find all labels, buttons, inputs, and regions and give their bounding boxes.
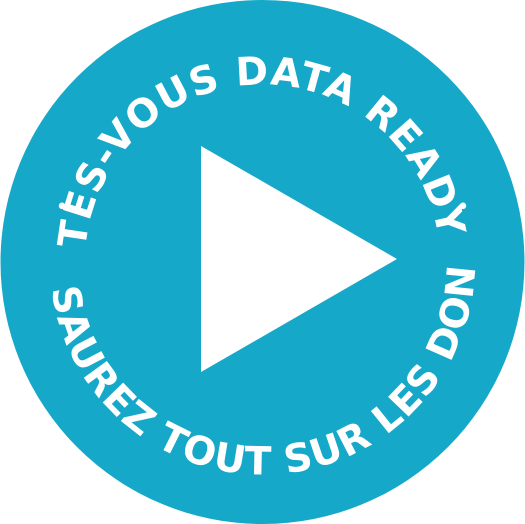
separator-left: • — [56, 195, 69, 220]
separator-right: • — [457, 195, 470, 220]
badge: ÊTES-VOUS DATA READY ? VOUS SAUREZ TOUT … — [0, 0, 525, 524]
